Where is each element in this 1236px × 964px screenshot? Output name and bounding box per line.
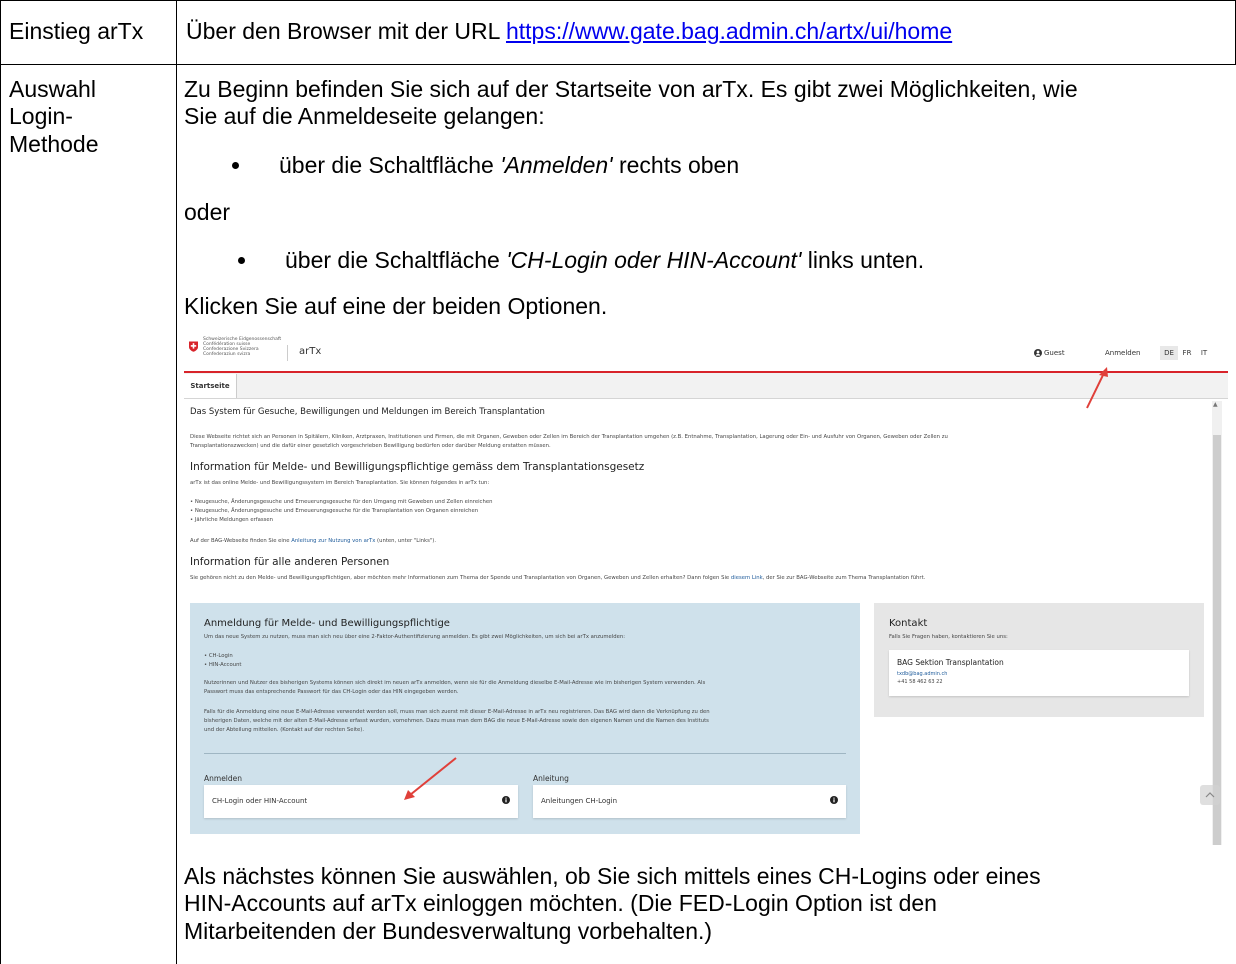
- table-border-left-r2: [0, 64, 1, 964]
- row-label-line-1: Auswahl: [9, 76, 96, 102]
- bullet1-post: rechts oben: [612, 152, 740, 178]
- after-line-2: HIN-Accounts auf arTx einloggen möchten.…: [184, 890, 937, 916]
- document-table: Einstieg arTx Über den Browser mit der U…: [0, 0, 1236, 964]
- after-line-1: Als nächstes können Sie auswählen, ob Si…: [184, 863, 1041, 889]
- intro-line-1: Zu Beginn befinden Sie sich auf der Star…: [184, 76, 1078, 102]
- click-instruction: Klicken Sie auf eine der beiden Optionen…: [184, 293, 608, 319]
- table-border-left-r1: [0, 0, 1, 64]
- row-label-einstieg: Einstieg arTx: [9, 18, 144, 44]
- annotation-arrows: [404, 367, 1108, 800]
- bullet-ch-login: über die Schaltfläche 'CH-Login oder HIN…: [285, 246, 924, 274]
- embedded-screenshot: Schweizerische Eidgenossenschaft Confédé…: [184, 333, 1228, 845]
- table-row-divider: [0, 64, 1236, 65]
- arrow-to-ch-login: [409, 757, 457, 796]
- row-label-line-2: Login-: [9, 103, 73, 129]
- bullet1-pre: über die Schaltfläche: [279, 152, 501, 178]
- artx-url-link[interactable]: https://www.gate.bag.admin.ch/artx/ui/ho…: [506, 18, 952, 44]
- bullet2-emphasis: 'CH-Login oder HIN-Account': [506, 247, 802, 273]
- row-label-line-3: Methode: [9, 131, 99, 157]
- bullet-icon: [238, 257, 245, 264]
- arrow-head-icon: [1099, 367, 1108, 377]
- table-border-top: [0, 0, 1236, 1]
- arrow-to-anmelden: [1086, 370, 1106, 409]
- table-column-divider: [176, 0, 177, 964]
- or-text: oder: [184, 199, 231, 225]
- row1-description: Über den Browser mit der URL https://www…: [186, 17, 952, 45]
- bullet-icon: [232, 162, 239, 169]
- bullet1-emphasis: 'Anmelden': [500, 152, 613, 178]
- row1-text-prefix: Über den Browser mit der URL: [186, 18, 506, 44]
- bullet2-pre: über die Schaltfläche: [285, 247, 507, 273]
- bullet2-post: links unten.: [801, 247, 925, 273]
- bullet-anmelden: über die Schaltfläche 'Anmelden' rechts …: [279, 151, 739, 179]
- after-line-3: Mitarbeitenden der Bundesverwaltung vorb…: [184, 918, 713, 944]
- intro-line-2: Sie auf die Anmeldeseite gelangen:: [184, 103, 545, 129]
